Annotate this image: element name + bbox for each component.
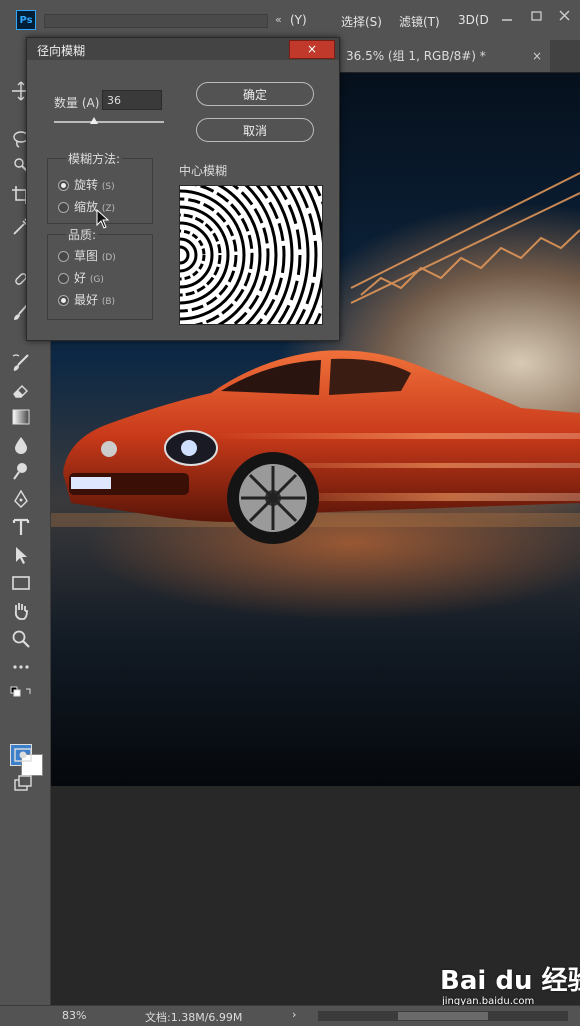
radio-good-label: 好 [74,271,87,285]
radio-best-shortcut: (B) [101,297,116,307]
minimize-icon[interactable] [496,7,518,25]
restore-icon[interactable] [526,7,548,25]
radio-draft-shortcut: (D) [101,253,116,263]
menu-drag-area [44,14,268,28]
blur-center-preview[interactable] [179,185,323,325]
radio-spin-label: 旋转 [74,178,99,192]
radio-good[interactable]: 好 (G) [58,269,104,285]
menu-item-3d[interactable]: 3D(D [458,13,489,27]
radio-draft[interactable]: 草图 (D) [58,247,116,263]
quality-title: 品质: [66,226,99,243]
cancel-button[interactable]: 取消 [196,118,314,142]
baidu-watermark: Bai du 经验 jingyan.baidu.com [440,960,580,1007]
document-info: 文档:1.38M/6.99M [145,1011,243,1024]
amount-slider-thumb[interactable] [89,117,98,124]
radio-best-indicator[interactable] [58,295,69,306]
dodge-icon[interactable] [10,460,32,482]
dialog-close-button[interactable]: × [289,40,335,59]
tab-close-icon[interactable]: × [532,40,542,72]
type-icon[interactable] [10,516,32,538]
radio-spin-indicator[interactable] [58,180,69,191]
amount-input[interactable] [102,90,162,110]
hand-icon[interactable] [10,600,32,622]
zoom-level[interactable]: 83% [62,1009,86,1022]
radio-good-indicator[interactable] [58,273,69,284]
quick-mask-icon[interactable] [12,744,34,766]
blur-center-label: 中心模糊 [179,164,228,178]
mouse-cursor-icon [96,208,110,229]
quality-group: 品质: 草图 (D) 好 (G) 最好 (B) [47,226,153,320]
eraser-icon[interactable] [10,380,32,402]
menu-item-select[interactable]: 选择(S) [341,13,382,30]
close-icon[interactable] [554,7,576,25]
radial-blur-dialog: 径向模糊 × 数量 (A) 确定 取消 模糊方法: 旋转 (S) 缩放 (Z) … [26,37,340,341]
more-tools-icon[interactable] [10,656,32,678]
document-tab-title: 36.5% (组 1, RGB/8#) * [346,49,486,63]
menu-item-filter[interactable]: 滤镜(T) [399,13,440,30]
dialog-title-bar[interactable]: 径向模糊 × [27,38,339,60]
blur-method-title: 模糊方法: [66,150,123,167]
amount-label: 数量 (A) [54,96,100,110]
pen-icon[interactable] [10,488,32,510]
dialog-title: 径向模糊 [37,44,86,58]
radio-best[interactable]: 最好 (B) [58,291,115,307]
history-brush-icon[interactable] [10,352,32,374]
status-bar: 83% 文档:1.38M/6.99M › [0,1005,580,1026]
screen-mode-icon[interactable] [12,772,34,794]
blur-icon[interactable] [10,434,32,456]
ok-button[interactable]: 确定 [196,82,314,106]
radio-best-label: 最好 [74,293,99,307]
radio-zoom-label: 缩放 [74,200,99,214]
status-menu-arrow[interactable]: › [292,1008,296,1021]
gradient-icon[interactable] [10,406,32,428]
horizontal-scrollbar[interactable] [318,1011,568,1021]
radio-draft-label: 草图 [74,249,99,263]
menu-bar: Ps « (Y) 选择(S) 滤镜(T) 3D(D [0,0,580,41]
scrollbar-thumb[interactable] [398,1012,488,1020]
watermark-brand: Bai du 经验 [440,966,580,996]
photoshop-logo: Ps [16,10,36,30]
radio-spin-shortcut: (S) [101,182,115,192]
radio-spin[interactable]: 旋转 (S) [58,176,115,192]
radial-preview-graphic [180,186,322,324]
radio-zoom-indicator[interactable] [58,202,69,213]
radio-good-shortcut: (G) [89,275,104,285]
default-colors-icon[interactable] [10,682,32,697]
menu-expand-icon[interactable]: « [275,13,282,26]
amount-slider-track[interactable] [54,121,164,123]
rectangle-icon[interactable] [10,572,32,594]
zoom-icon[interactable] [10,628,32,650]
menu-item-y[interactable]: (Y) [290,13,307,27]
radio-draft-indicator[interactable] [58,251,69,262]
path-select-icon[interactable] [10,544,32,566]
document-tab[interactable]: 36.5% (组 1, RGB/8#) * × [340,40,550,72]
